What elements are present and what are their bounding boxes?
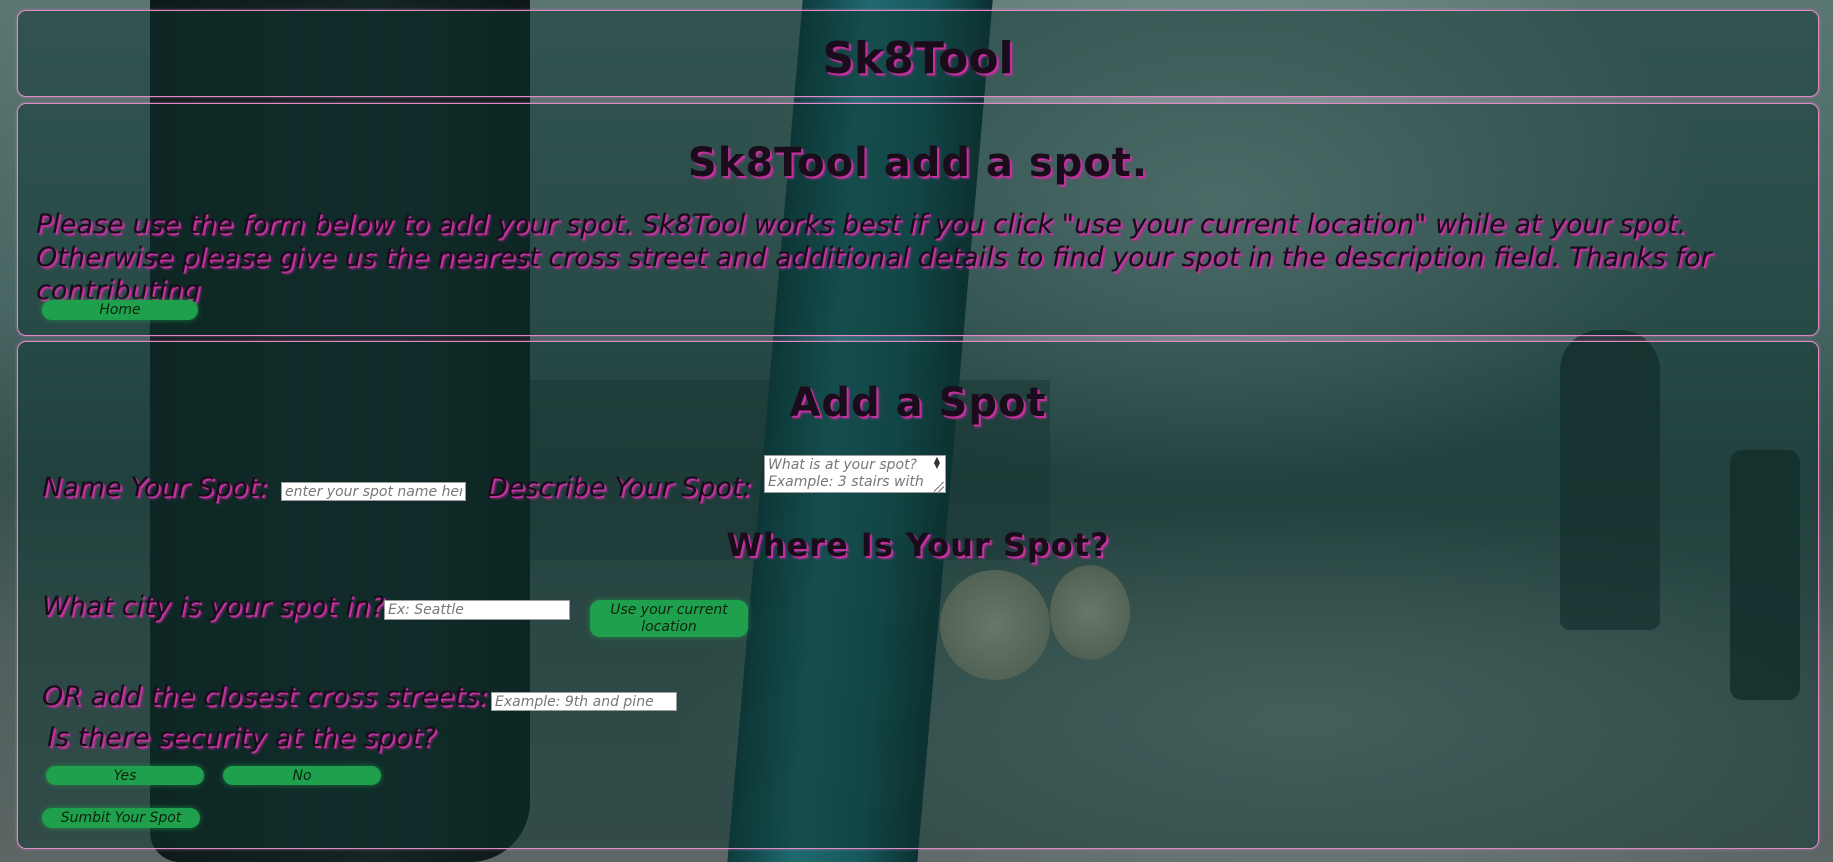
spot-description-textarea[interactable]	[764, 455, 946, 493]
header-panel: Sk8Tool	[17, 10, 1819, 97]
description-label: Describe Your Spot:	[487, 472, 752, 503]
resize-grip-icon[interactable]	[934, 482, 944, 492]
spinner-icon[interactable]: ▲ ▼	[931, 456, 943, 470]
security-no-button[interactable]: No	[223, 766, 381, 785]
name-label: Name Your Spot:	[42, 472, 268, 503]
submit-spot-button[interactable]: Sumbit Your Spot	[42, 808, 200, 828]
where-title: Where Is Your Spot?	[726, 526, 1110, 564]
intro-title: Sk8Tool add a spot.	[687, 140, 1149, 186]
intro-text: Please use the form below to add your sp…	[36, 209, 1712, 306]
form-title: Add a Spot	[789, 380, 1047, 426]
intro-panel: Sk8Tool add a spot. Please use the form …	[17, 103, 1819, 336]
city-input[interactable]	[384, 600, 570, 620]
site-title: Sk8Tool	[822, 33, 1014, 84]
spot-name-input[interactable]	[281, 482, 466, 501]
security-label: Is there security at the spot?	[47, 722, 436, 753]
security-yes-button[interactable]: Yes	[46, 766, 204, 785]
cross-streets-input[interactable]	[491, 692, 677, 711]
home-button[interactable]: Home	[42, 300, 198, 320]
add-spot-form: Add a Spot Name Your Spot: Describe Your…	[17, 341, 1819, 849]
city-label: What city is your spot in?	[42, 591, 385, 622]
use-current-location-button[interactable]: Use your current location	[590, 600, 748, 637]
cross-streets-label: OR add the closest cross streets:	[42, 681, 488, 712]
